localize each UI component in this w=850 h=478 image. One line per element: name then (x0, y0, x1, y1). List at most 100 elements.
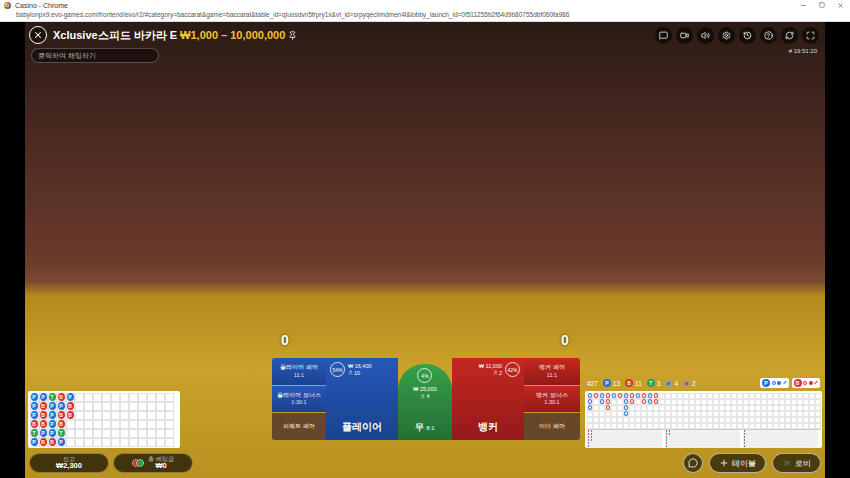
close-icon[interactable] (837, 2, 844, 9)
fullscreen-button[interactable] (802, 27, 819, 44)
road-mark (624, 411, 628, 416)
bead: P (58, 438, 65, 446)
side-bet[interactable]: 뱅커 페어11:1 (524, 358, 580, 385)
sound-icon (701, 31, 710, 40)
table-title: Xclusive스피드 바카라 E₩1,000 – 10,000,000 (53, 28, 297, 43)
minimize-icon[interactable] (800, 2, 807, 9)
road-mark (648, 393, 652, 398)
bet-label: 뱅커 (456, 420, 520, 434)
game-view: Xclusive스피드 바카라 E₩1,000 – 10,000,000# 19… (25, 22, 825, 478)
prediction-button[interactable]: B (792, 378, 821, 388)
road-mark (654, 393, 658, 398)
video-button[interactable] (676, 27, 693, 44)
banker-bet[interactable]: 42%₩ 11,0002뱅커 (452, 358, 524, 440)
bead: P (49, 411, 56, 419)
result-count: P13 (603, 379, 620, 387)
bead: P (49, 420, 56, 428)
bead-cell (111, 438, 120, 447)
chat-input[interactable] (31, 48, 159, 63)
bead-cell (129, 393, 138, 402)
close-game-button[interactable] (29, 26, 47, 44)
chat-icon (659, 31, 668, 40)
bead-cell (129, 402, 138, 411)
bead: B (40, 402, 47, 410)
bead-cell: P (57, 438, 66, 447)
road-mark (618, 393, 622, 398)
bead-cell (147, 438, 156, 447)
address-bar[interactable]: babylonpx9.evo-games.com/frontend/evo/r2… (0, 10, 850, 22)
bottom-bar: 잔고₩2,300총 베팅금₩0테이블로비 (25, 448, 825, 478)
side-bet[interactable]: 플레이어 페어11:1 (272, 358, 326, 385)
road-column: #27P13B11T342PB (585, 378, 822, 448)
bead-cell: T (30, 429, 39, 438)
bet-percent: 42% (505, 362, 520, 377)
title-bar: Casino - Chrome (0, 0, 850, 10)
bet-table: 플레이어 페어11:1플레이어 보너스1:30:1퍼펙트 페어54%₩ 16,4… (272, 358, 580, 440)
tie-bet[interactable]: 4%₩ 25,0004무8:1 (398, 364, 452, 440)
chat-button[interactable] (683, 453, 703, 473)
side-bet[interactable]: 플레이어 보너스1:30:1 (272, 386, 326, 413)
bead-cell: B (30, 420, 39, 429)
bead-cell (156, 438, 165, 447)
bead-cell (156, 402, 165, 411)
road-mark (648, 399, 652, 404)
pin-icon[interactable] (288, 31, 297, 40)
help-button[interactable] (760, 27, 777, 44)
lobby-button[interactable]: 로비 (772, 453, 821, 473)
plus-icon (719, 458, 729, 468)
bead-cell (147, 411, 156, 420)
bead-cell (111, 393, 120, 402)
bead-cell: P (48, 420, 57, 429)
bead-cell (120, 420, 129, 429)
derived-mark (666, 445, 667, 448)
bead-cell (165, 402, 174, 411)
bead: P (31, 402, 38, 410)
side-bet[interactable]: 퍼펙트 페어 (272, 413, 326, 440)
bet-info: 54%₩ 16,40010 (330, 362, 394, 377)
bet-label: 플레이어 (330, 420, 394, 434)
bead: P (31, 393, 38, 401)
bead-cell (66, 438, 75, 447)
player-count: 2 (493, 370, 502, 377)
bead-cell (129, 429, 138, 438)
bead-cell: P (48, 402, 57, 411)
top-bar: Xclusive스피드 바카라 E₩1,000 – 10,000,000 (25, 22, 825, 48)
refresh-button[interactable] (781, 27, 798, 44)
history-button[interactable] (739, 27, 756, 44)
bead-cell: P (39, 429, 48, 438)
maximize-icon[interactable] (819, 2, 825, 8)
bead-cell (102, 438, 111, 447)
sound-button[interactable] (697, 27, 714, 44)
bet-amount: ₩ 16,400 (348, 363, 372, 370)
chat-bubble-icon (688, 458, 698, 468)
bead-cell (165, 393, 174, 402)
player-count: 10 (348, 370, 360, 377)
bead-cell (120, 402, 129, 411)
result-dot: B (625, 379, 633, 387)
bead-cell (165, 429, 174, 438)
bead-cell (75, 411, 84, 420)
chat-button[interactable] (655, 27, 672, 44)
bead-cell: T (48, 393, 57, 402)
pair-count: 2 (683, 380, 696, 387)
bead-cell: B (39, 438, 48, 447)
bead-cell: B (57, 411, 66, 420)
gear-button[interactable] (718, 27, 735, 44)
bead-cell (129, 438, 138, 447)
bead-cell (120, 429, 129, 438)
side-bet[interactable]: 이더 페어 (524, 413, 580, 440)
bead-cell: P (30, 393, 39, 402)
player-bet[interactable]: 54%₩ 16,40010 플레이어 (326, 358, 398, 440)
road-mark (600, 399, 604, 404)
tables-button[interactable]: 테이블 (709, 453, 766, 473)
stage: Xclusive스피드 바카라 E₩1,000 – 10,000,000# 19… (0, 22, 850, 478)
player-side-bets: 플레이어 페어11:1플레이어 보너스1:30:1퍼펙트 페어 (272, 358, 326, 440)
prediction-button[interactable]: P (760, 378, 789, 388)
browser-window: Casino - Chromebabylonpx9.evo-games.com/… (0, 0, 850, 478)
side-bet[interactable]: 뱅커 보너스1:30:1 (524, 386, 580, 413)
bead-cell: B (39, 420, 48, 429)
road-mark (642, 393, 646, 398)
bead-cell (102, 402, 111, 411)
bead-cell (111, 411, 120, 420)
bead: P (31, 438, 38, 446)
